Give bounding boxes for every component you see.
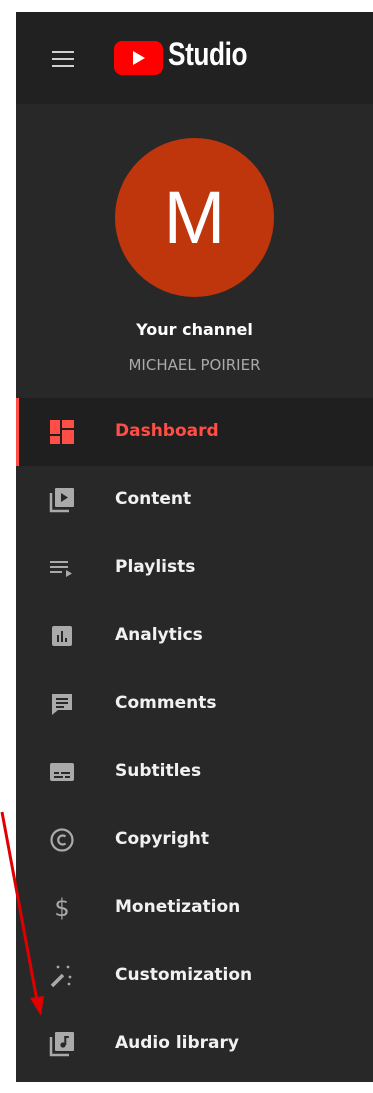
sidebar-item-dashboard[interactable]: Dashboard: [16, 398, 373, 466]
sidebar-item-content[interactable]: Content: [16, 466, 373, 534]
copyright-icon: [49, 827, 75, 853]
sidebar-item-playlists[interactable]: Playlists: [16, 534, 373, 602]
sidebar-item-label: Monetization: [115, 897, 241, 917]
content-icon: [49, 487, 75, 513]
menu-icon[interactable]: [52, 50, 76, 68]
avatar[interactable]: M: [115, 138, 274, 297]
sidebar-item-customization[interactable]: Customization: [16, 942, 373, 1010]
sidebar-item-subtitles[interactable]: Subtitles: [16, 738, 373, 806]
sidebar-item-label: Copyright: [115, 829, 210, 849]
comments-icon: [49, 691, 75, 717]
channel-name: MICHAEL POIRIER: [128, 356, 261, 374]
top-bar: Studio: [16, 12, 373, 104]
monetization-icon: $: [54, 894, 70, 922]
sidebar-item-label: Content: [115, 489, 192, 509]
sidebar-item-label: Subtitles: [115, 761, 202, 781]
sidebar-item-label: Playlists: [115, 557, 196, 577]
analytics-icon: [49, 623, 75, 649]
studio-title: Studio: [168, 36, 248, 72]
youtube-logo-icon[interactable]: [114, 41, 163, 75]
sidebar-item-label: Comments: [115, 693, 217, 713]
sidebar-nav: Dashboard Content Playlists Analytics Co…: [16, 398, 373, 1078]
playlists-icon: [49, 555, 75, 581]
studio-sidebar: Studio M Your channel MICHAEL POIRIER Da…: [16, 12, 373, 1082]
sidebar-item-analytics[interactable]: Analytics: [16, 602, 373, 670]
your-channel-link[interactable]: Your channel: [16, 320, 373, 339]
subtitles-icon: [49, 759, 75, 785]
sidebar-item-label: Analytics: [115, 625, 203, 645]
sidebar-item-comments[interactable]: Comments: [16, 670, 373, 738]
dashboard-icon: [49, 419, 75, 445]
sidebar-item-monetization[interactable]: $ Monetization: [16, 874, 373, 942]
sidebar-item-label: Audio library: [115, 1033, 239, 1053]
sidebar-item-label: Dashboard: [115, 421, 219, 441]
sidebar-item-label: Customization: [115, 965, 253, 985]
sidebar-item-audio-library[interactable]: Audio library: [16, 1010, 373, 1078]
audio-library-icon: [49, 1031, 75, 1057]
sidebar-item-copyright[interactable]: Copyright: [16, 806, 373, 874]
customization-icon: [49, 963, 75, 989]
